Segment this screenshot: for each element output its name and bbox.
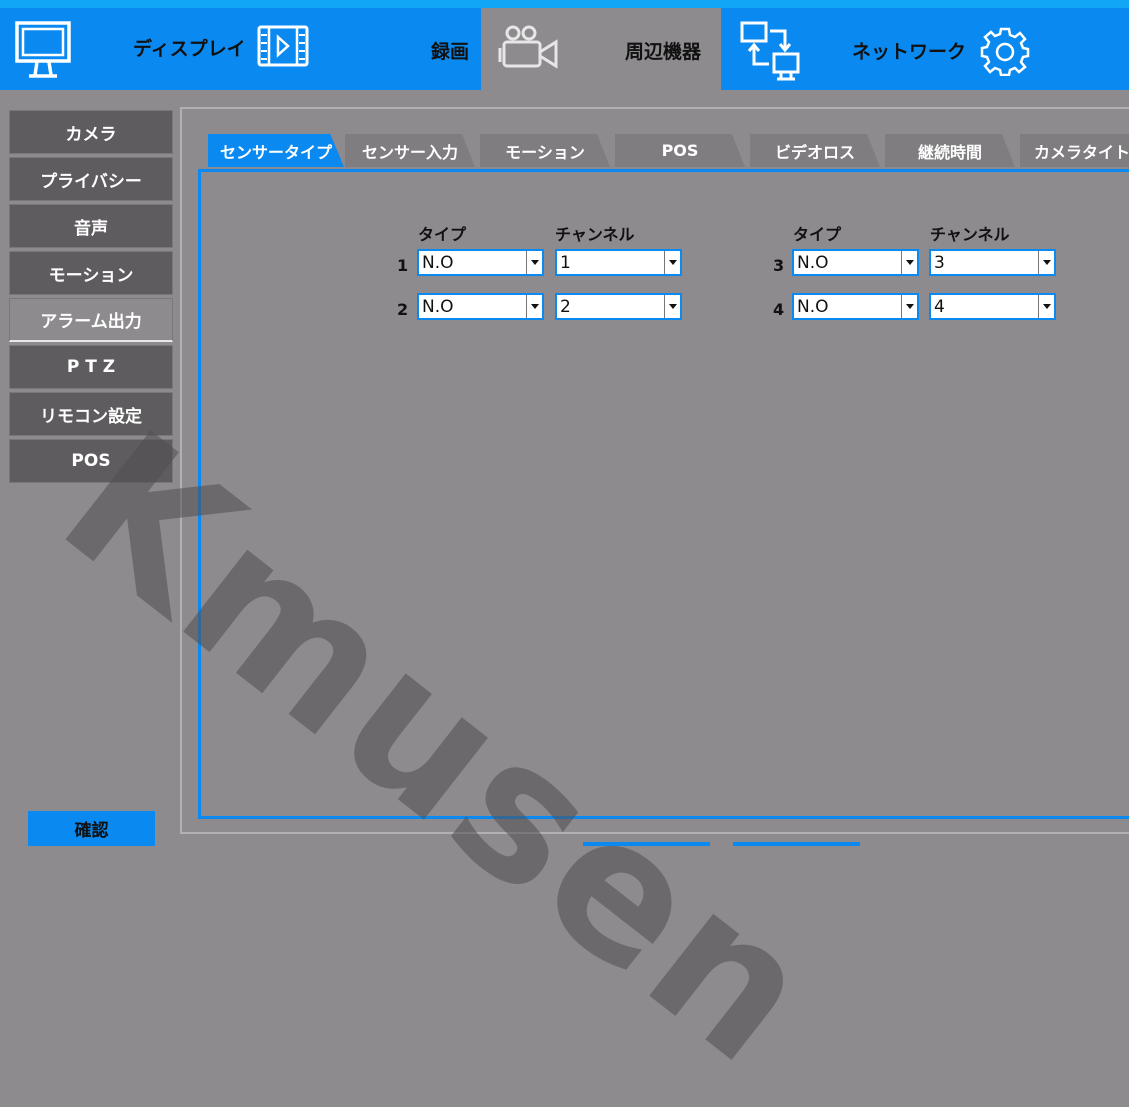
sidebar-item-ptz[interactable]: P T Z [9, 345, 173, 389]
row-number: 4 [773, 300, 785, 319]
sidebar-item-pos[interactable]: POS [9, 439, 173, 483]
sidebar-item-motion[interactable]: モーション [9, 251, 173, 295]
dropdown-arrow-icon [901, 251, 917, 274]
sidebar-item-privacy[interactable]: プライバシー [9, 157, 173, 201]
channel-header: チャンネル [555, 225, 635, 244]
confirm-button-label: 確認 [74, 821, 109, 841]
channel-select[interactable]: 2 [555, 293, 682, 320]
nav-peripherals-label: 周辺機器 [625, 41, 702, 63]
dropdown-arrow-icon [1038, 295, 1054, 318]
nav-record-label: 録画 [431, 41, 470, 63]
tab-label: センサー入力 [361, 142, 458, 162]
sidebar-item-label: プライバシー [40, 171, 142, 192]
channel-select[interactable]: 3 [929, 249, 1056, 276]
dropdown-arrow-icon [664, 295, 680, 318]
type-header: タイプ [418, 225, 467, 244]
channel-header: チャンネル [930, 225, 1010, 244]
monitor-icon [15, 21, 71, 78]
tab-video-loss[interactable]: ビデオロス [750, 134, 880, 167]
nav-network-label: ネットワーク [852, 41, 967, 63]
tab-sensor-input[interactable]: センサー入力 [345, 134, 475, 167]
type-select[interactable]: N.O [417, 293, 544, 320]
sidebar-item-camera[interactable]: カメラ [9, 110, 173, 154]
dropdown-arrow-icon [526, 295, 542, 318]
gear-icon [980, 27, 1030, 76]
sidebar-item-label: P T Z [66, 357, 116, 377]
top-nav-bar: ディスプレイ 録画 周辺機器 ネットワーク [0, 0, 1129, 90]
nav-display[interactable]: ディスプレイ [0, 8, 320, 90]
type-header: タイプ [793, 225, 842, 244]
type-select-value: N.O [797, 296, 829, 317]
type-select-value: N.O [422, 252, 454, 273]
row-number: 1 [397, 256, 409, 275]
sidebar-item-label: リモコン設定 [40, 406, 142, 427]
type-select-value: N.O [422, 296, 454, 317]
channel-select-value: 1 [560, 252, 571, 273]
row-number: 2 [397, 300, 409, 319]
tab-label: POS [661, 141, 699, 160]
video-file-icon [257, 25, 309, 67]
dropdown-arrow-icon [901, 295, 917, 318]
sidebar-item-label: POS [71, 451, 111, 471]
nav-network[interactable]: ネットワーク [721, 8, 1041, 90]
bottom-button[interactable] [733, 842, 860, 846]
top-strip [0, 0, 1129, 8]
tab-duration[interactable]: 継続時間 [885, 134, 1015, 167]
channel-select[interactable]: 4 [929, 293, 1056, 320]
tab-sensor-type[interactable]: センサータイプ [208, 134, 344, 167]
row-number: 3 [773, 256, 785, 275]
sidebar-item-label: モーション [48, 265, 134, 286]
type-select-value: N.O [797, 252, 829, 273]
tab-motion[interactable]: モーション [480, 134, 610, 167]
nav-display-label: ディスプレイ [133, 38, 246, 60]
tab-camera-title[interactable]: カメラタイトル [1020, 134, 1129, 167]
network-icon [740, 21, 800, 81]
channel-select-value: 4 [934, 296, 945, 317]
dropdown-arrow-icon [1038, 251, 1054, 274]
sidebar-item-remote[interactable]: リモコン設定 [9, 392, 173, 436]
channel-select-value: 2 [560, 296, 571, 317]
channel-select[interactable]: 1 [555, 249, 682, 276]
nav-record[interactable]: 録画 [330, 8, 480, 90]
sidebar-item-label: カメラ [65, 124, 117, 145]
sidebar-item-label: 音声 [74, 218, 108, 239]
type-select[interactable]: N.O [417, 249, 544, 276]
nav-peripherals[interactable]: 周辺機器 [481, 8, 721, 90]
tab-label: 継続時間 [917, 142, 982, 162]
tab-label: ビデオロス [774, 142, 855, 162]
channel-select-value: 3 [934, 252, 945, 273]
tab-label: センサータイプ [219, 142, 332, 162]
type-select[interactable]: N.O [792, 249, 919, 276]
dropdown-arrow-icon [526, 251, 542, 274]
confirm-button[interactable]: 確認 [28, 811, 155, 846]
sidebar-item-label: アラーム出力 [40, 312, 142, 332]
type-select[interactable]: N.O [792, 293, 919, 320]
camera-icon [498, 25, 558, 69]
sidebar-item-alarm-output[interactable]: アラーム出力 [9, 298, 173, 342]
dropdown-arrow-icon [664, 251, 680, 274]
tab-pos[interactable]: POS [615, 134, 745, 167]
sidebar-item-audio[interactable]: 音声 [9, 204, 173, 248]
tab-label: モーション [505, 142, 585, 162]
tab-label: カメラタイトル [1034, 142, 1129, 162]
bottom-button[interactable] [583, 842, 710, 846]
